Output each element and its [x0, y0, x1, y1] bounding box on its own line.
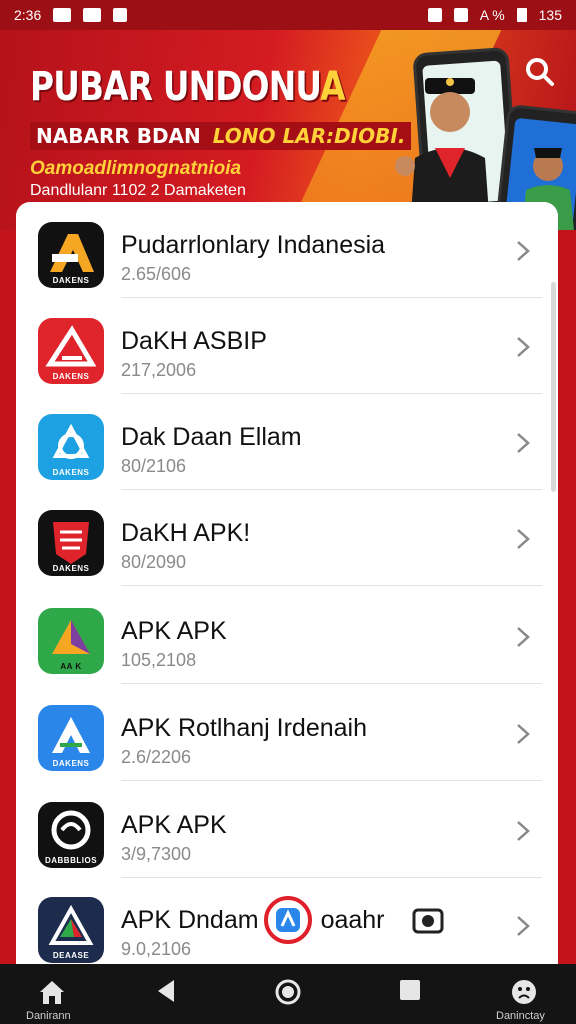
list-item[interactable]: DAKENS Dak Daan Ellam 80/2106 [16, 394, 558, 490]
signal-icon [453, 8, 468, 22]
list-item[interactable]: DAKENS DaKH APK! 80/2090 [16, 490, 558, 586]
banner-tagline: Oamoadlimnognatnioia [30, 158, 242, 179]
chevron-right-icon[interactable] [512, 336, 534, 358]
app-name: APK APK [121, 617, 227, 645]
app-meta: 105,2108 [121, 650, 197, 670]
account-label: Daninctay [496, 1010, 545, 1022]
status-value: 135 [538, 7, 562, 23]
circle-icon [275, 979, 301, 1005]
chevron-right-icon[interactable] [512, 915, 534, 937]
battery-icon [516, 8, 527, 22]
red-arrow-icon: DAKENS [38, 318, 104, 384]
notification-icon [113, 8, 128, 22]
navigation-bar: Danirann Daninctay [0, 964, 576, 1024]
divider [121, 780, 542, 781]
blue-knot-icon: DAKENS [38, 414, 104, 480]
account-button[interactable] [504, 978, 544, 1010]
chevron-right-icon[interactable] [512, 820, 534, 842]
app-list[interactable]: DAKENS Pudarrlonlary Indanesia 2.65/606 … [16, 202, 558, 964]
home-label: Danirann [26, 1010, 71, 1022]
search-button[interactable] [518, 50, 562, 94]
app-meta: 9.0,2106 [121, 939, 192, 959]
black-orange-a-icon: DAKENS [38, 222, 104, 288]
app-name: Dak Daan Ellam [121, 423, 302, 451]
navy-a-icon: DEAASE [38, 897, 104, 963]
home-icon [40, 981, 64, 1004]
status-time: 2:36 [14, 7, 42, 23]
face-icon [512, 980, 536, 1004]
app-name: APK Dndam oaahr [121, 906, 385, 934]
list-item[interactable]: DAKENS DaKH ASBIP 217,2006 [16, 298, 558, 394]
list-item[interactable]: DAKENS Pudarrlonlary Indanesia 2.65/606 [16, 202, 558, 298]
banner-subtitle-yellow: LONO LAR:DIOBI. [206, 122, 412, 150]
chevron-right-icon[interactable] [512, 626, 534, 648]
notification-icon [53, 8, 72, 22]
notification-icon [83, 8, 102, 22]
black-swirl-icon: DABBBLIOS [38, 802, 104, 868]
chevron-right-icon[interactable] [512, 528, 534, 550]
list-item[interactable]: DAKENS APK Rotlhanj Irdenaih 2.6/2206 [16, 685, 558, 781]
promo-banner[interactable]: PUBAR UNDONUA NABARR BDAN LONO LAR:DIOBI… [0, 30, 576, 230]
banner-caption: Dandlulanr 1102 2 Damaketen [30, 182, 246, 199]
status-bar: 2:36 A % 135 [0, 0, 576, 30]
home-button[interactable] [32, 978, 72, 1010]
blue-a-icon: DAKENS [38, 705, 104, 771]
back-icon [158, 980, 174, 1002]
list-item[interactable]: DABBBLIOS APK APK 3/9,7300 [16, 782, 558, 878]
back-button[interactable] [146, 978, 186, 1010]
green-play-icon: AA K [38, 608, 104, 674]
app-name: Pudarrlonlary Indanesia [121, 231, 386, 259]
banner-subtitle: NABARR BDAN LONO LAR:DIOBI. [30, 122, 412, 150]
app-meta: 3/9,7300 [121, 844, 192, 864]
home-circle-button[interactable] [268, 978, 308, 1010]
floating-action-button[interactable] [264, 896, 312, 944]
chevron-right-icon[interactable] [512, 723, 534, 745]
app-meta: 217,2006 [121, 360, 197, 380]
app-meta: 2.65/606 [121, 264, 192, 284]
app-name: DaKH APK! [121, 519, 251, 547]
banner-title-accent: A [320, 64, 345, 110]
list-item[interactable]: AA K APK APK 105,2108 [16, 588, 558, 684]
square-icon [400, 980, 420, 1000]
alarm-icon [427, 8, 442, 22]
status-indicators: A % [479, 7, 505, 23]
recents-button[interactable] [390, 978, 430, 1010]
app-name: APK APK [121, 811, 227, 839]
search-icon [526, 58, 554, 86]
divider [121, 683, 542, 684]
banner-subtitle-white: NABARR BDAN [30, 122, 207, 150]
app-name: APK Rotlhanj Irdenaih [121, 714, 367, 742]
chevron-right-icon[interactable] [512, 240, 534, 262]
app-meta: 80/2106 [121, 456, 187, 476]
app-meta: 2.6/2206 [121, 747, 192, 767]
banner-title: PUBAR UNDONUA [30, 64, 346, 110]
camera-icon[interactable] [412, 904, 444, 936]
chevron-right-icon[interactable] [512, 432, 534, 454]
divider [121, 585, 542, 586]
app-store-icon [276, 908, 300, 932]
red-shield-icon: DAKENS [38, 510, 104, 576]
app-name: DaKH ASBIP [121, 327, 267, 355]
app-meta: 80/2090 [121, 552, 187, 572]
